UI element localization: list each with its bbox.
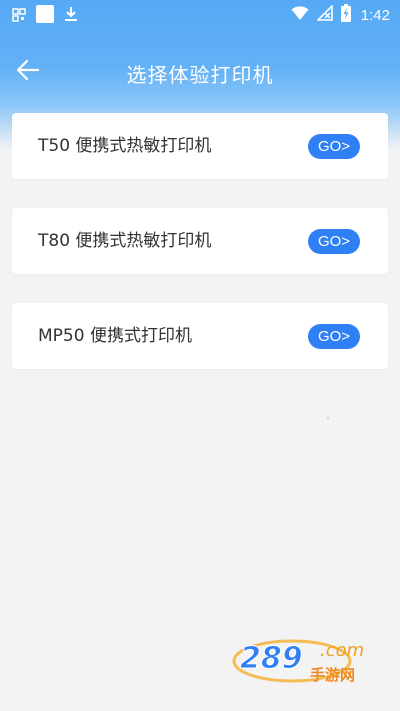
printer-list: T50 便携式热敏打印机 GO> T80 便携式热敏打印机 GO> MP50 便… — [12, 113, 388, 398]
printer-card-t50[interactable]: T50 便携式热敏打印机 GO> — [12, 113, 388, 179]
page-title: 选择体验打印机 — [126, 63, 274, 87]
watermark-logo: 289 .com 手游网 — [232, 628, 382, 690]
download-icon — [64, 6, 78, 26]
wifi-icon — [291, 5, 309, 25]
svg-text:.com: .com — [320, 640, 364, 661]
status-time: 1:42 — [360, 6, 390, 24]
printer-card-t80[interactable]: T80 便携式热敏打印机 GO> — [12, 208, 388, 274]
svg-text:289: 289 — [240, 641, 303, 676]
status-bar: 1:42 — [0, 0, 400, 28]
printer-label: T80 便携式热敏打印机 — [38, 231, 212, 251]
svg-text:手游网: 手游网 — [310, 666, 355, 684]
status-left — [12, 5, 78, 27]
no-signal-icon — [315, 4, 333, 25]
status-right: 1:42 — [291, 4, 390, 26]
printer-label: T50 便携式热敏打印机 — [38, 136, 212, 156]
battery-charging-icon — [340, 4, 351, 26]
go-button-t50[interactable]: GO> — [308, 134, 360, 159]
white-square-icon — [36, 5, 54, 27]
back-button[interactable] — [8, 52, 48, 92]
qr-grid-icon — [12, 7, 26, 26]
app-bar: 选择体验打印机 — [0, 44, 400, 100]
stray-dot — [327, 417, 329, 419]
printer-label: MP50 便携式打印机 — [38, 326, 192, 346]
go-button-mp50[interactable]: GO> — [308, 324, 360, 349]
arrow-left-icon — [16, 59, 40, 85]
go-button-t80[interactable]: GO> — [308, 229, 360, 254]
printer-card-mp50[interactable]: MP50 便携式打印机 GO> — [12, 303, 388, 369]
